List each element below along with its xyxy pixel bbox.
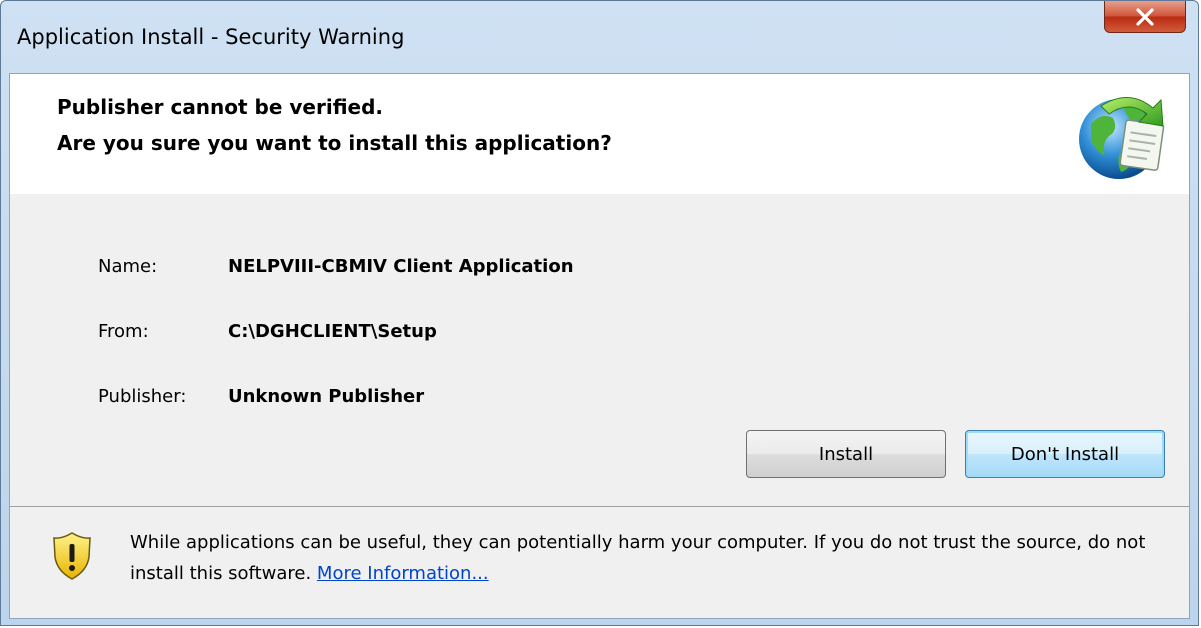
from-label: From:	[98, 321, 149, 342]
close-icon	[1136, 7, 1154, 26]
dialog-header: Publisher cannot be verified. Are you su…	[10, 74, 1189, 194]
warning-message: While applications can be useful, they c…	[130, 527, 1160, 589]
warning-footer: While applications can be useful, they c…	[10, 507, 1189, 618]
name-value: NELPVIII-CBMIV Client Application	[228, 256, 574, 277]
dont-install-button[interactable]: Don't Install	[965, 430, 1165, 478]
header-question-line: Are you sure you want to install this ap…	[57, 131, 612, 155]
more-information-link[interactable]: More Information...	[317, 563, 489, 584]
dialog-window: Application Install - Security Warning P…	[0, 0, 1199, 626]
globe-install-icon	[1079, 97, 1165, 179]
warning-shield-icon	[53, 532, 91, 580]
header-warning-line: Publisher cannot be verified.	[57, 95, 384, 119]
window-title: Application Install - Security Warning	[17, 25, 405, 49]
close-button[interactable]	[1104, 1, 1186, 33]
install-button[interactable]: Install	[746, 430, 946, 478]
details-panel: Name: NELPVIII-CBMIV Client Application …	[10, 194, 1189, 506]
publisher-value: Unknown Publisher	[228, 386, 425, 407]
name-label: Name:	[98, 256, 158, 277]
dialog-content: Publisher cannot be verified. Are you su…	[9, 73, 1190, 619]
publisher-label: Publisher:	[98, 386, 187, 407]
title-bar[interactable]: Application Install - Security Warning	[1, 1, 1198, 73]
from-value: C:\DGHCLIENT\Setup	[228, 321, 437, 342]
warning-text: While applications can be useful, they c…	[130, 532, 1146, 584]
